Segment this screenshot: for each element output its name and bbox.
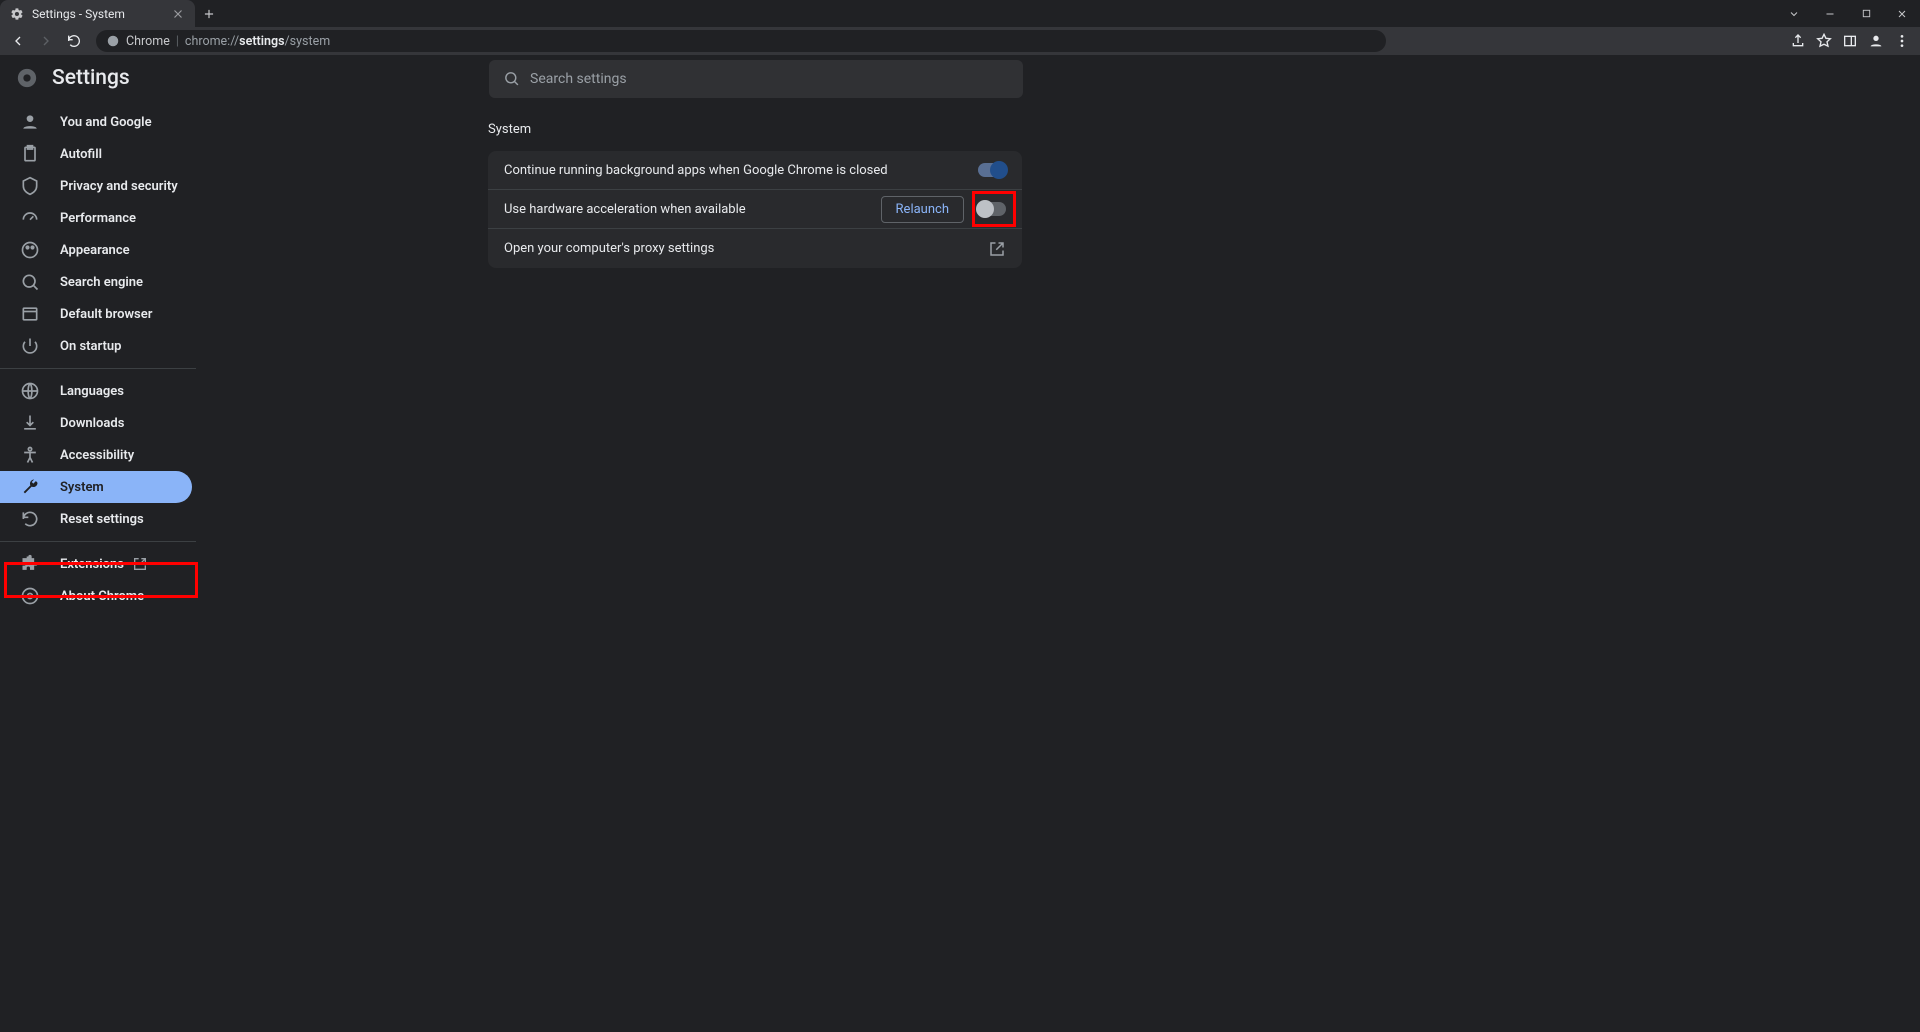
relaunch-button[interactable]: Relaunch [881,196,964,223]
accessibility-icon [20,445,40,465]
url-path: chrome://settings/system [185,34,330,49]
url-origin: Chrome [126,34,170,49]
setting-label: Open your computer's proxy settings [504,241,714,256]
toggle-hardware-accel[interactable] [978,202,1006,216]
sidebar-divider [0,368,196,369]
setting-row-hardware-accel: Use hardware acceleration when available… [488,190,1022,229]
sidebar-item-downloads[interactable]: Downloads [0,407,256,439]
reload-button[interactable] [62,29,86,53]
minimize-button[interactable] [1812,0,1848,27]
window-controls [1776,0,1920,27]
sidebar-item-reset-settings[interactable]: Reset settings [0,503,256,535]
sidebar-item-label: Privacy and security [60,179,178,194]
side-panel-button[interactable] [1838,29,1862,53]
search-settings-input[interactable] [530,71,1009,87]
sidebar-item-performance[interactable]: Performance [0,202,256,234]
sidebar-item-on-startup[interactable]: On startup [0,330,256,362]
settings-main: System Continue running background apps … [256,100,1920,1032]
chrome-page-icon [106,34,120,48]
search-icon [20,272,40,292]
back-button[interactable] [6,29,30,53]
sidebar-item-label: Autofill [60,147,102,162]
download-icon [20,413,40,433]
page-title: Settings [52,66,130,90]
sidebar-item-default-browser[interactable]: Default browser [0,298,256,330]
gear-icon [10,7,24,21]
sidebar-item-accessibility[interactable]: Accessibility [0,439,256,471]
browser-toolbar: Chrome | chrome://settings/system [0,27,1920,55]
history-icon [20,509,40,529]
chrome-logo-icon [16,67,38,89]
sidebar-item-label: About Chrome [60,589,144,604]
browser-tab[interactable]: Settings - System [0,0,195,27]
sidebar-item-label: Default browser [60,307,152,322]
maximize-button[interactable] [1848,0,1884,27]
search-icon [503,70,520,88]
wrench-icon [20,477,40,497]
setting-label: Continue running background apps when Go… [504,163,888,178]
section-title: System [488,122,1920,137]
sidebar-item-languages[interactable]: Languages [0,375,256,407]
external-link-icon [988,240,1006,258]
setting-row-background-apps: Continue running background apps when Go… [488,151,1022,190]
sidebar-item-label: Appearance [60,243,130,258]
profile-button[interactable] [1864,29,1888,53]
sidebar-item-label: Reset settings [60,512,144,527]
kebab-menu-button[interactable] [1890,29,1914,53]
setting-row-proxy[interactable]: Open your computer's proxy settings [488,229,1022,268]
person-icon [20,112,40,132]
sidebar-item-about-chrome[interactable]: About Chrome [0,580,256,612]
sidebar-item-you-and-google[interactable]: You and Google [0,106,256,138]
system-settings-card: Continue running background apps when Go… [488,151,1022,268]
sidebar-item-label: Downloads [60,416,124,431]
chrome-icon [20,586,40,606]
sidebar-item-label: Accessibility [60,448,134,463]
puzzle-icon [20,554,40,574]
close-icon[interactable] [171,7,185,21]
sidebar-item-label: System [60,480,104,495]
toggle-background-apps[interactable] [978,163,1006,177]
globe-icon [20,381,40,401]
tab-title: Settings - System [32,7,125,21]
sidebar-item-label: You and Google [60,115,152,130]
sidebar-item-appearance[interactable]: Appearance [0,234,256,266]
speedometer-icon [20,208,40,228]
power-icon [20,336,40,356]
sidebar-item-label: Extensions [60,557,124,572]
sidebar-item-system[interactable]: System [0,471,192,503]
sidebar-divider [0,541,196,542]
bookmark-button[interactable] [1812,29,1836,53]
sidebar-item-label: Performance [60,211,136,226]
search-settings-box[interactable] [489,60,1023,98]
forward-button[interactable] [34,29,58,53]
url-separator: | [176,34,179,49]
window-titlebar: Settings - System [0,0,1920,27]
browser-icon [20,304,40,324]
address-bar[interactable]: Chrome | chrome://settings/system [96,30,1386,52]
setting-label: Use hardware acceleration when available [504,202,746,217]
sidebar-item-label: Languages [60,384,124,399]
close-window-button[interactable] [1884,0,1920,27]
shield-icon [20,176,40,196]
sidebar-item-extensions[interactable]: Extensions [0,548,256,580]
sidebar-item-privacy[interactable]: Privacy and security [0,170,256,202]
sidebar-item-search-engine[interactable]: Search engine [0,266,256,298]
sidebar-item-label: Search engine [60,275,143,290]
clipboard-icon [20,144,40,164]
palette-icon [20,240,40,260]
external-link-icon [132,556,148,572]
share-button[interactable] [1786,29,1810,53]
new-tab-button[interactable] [195,0,223,27]
sidebar-item-label: On startup [60,339,121,354]
sidebar-item-autofill[interactable]: Autofill [0,138,256,170]
settings-sidebar: You and Google Autofill Privacy and secu… [0,100,256,1032]
tab-search-button[interactable] [1776,8,1812,20]
